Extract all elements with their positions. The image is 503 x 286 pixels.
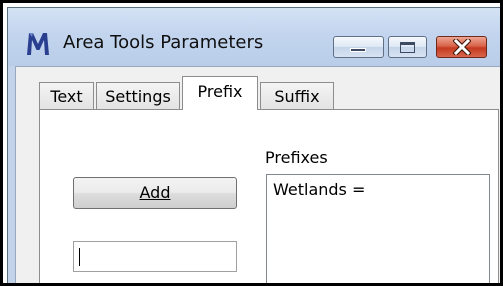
add-button[interactable]: Add	[73, 177, 237, 209]
tab-prefix[interactable]: Prefix	[182, 76, 258, 110]
window-title: Area Tools Parameters	[63, 32, 264, 53]
prefix-input[interactable]	[73, 241, 237, 272]
screenshot-frame: Area Tools Parameters Text Settings Pref…	[0, 0, 503, 286]
prefix-tab-panel: Prefixes Add Wetlands =	[39, 109, 499, 283]
minimize-icon	[350, 48, 366, 52]
minimize-button[interactable]	[333, 36, 384, 58]
close-icon	[453, 39, 471, 55]
prefixes-list-label: Prefixes	[265, 148, 328, 167]
tab-text[interactable]: Text	[39, 82, 94, 110]
dialog-client-area: Text Settings Prefix Suffix Prefixes Add…	[15, 66, 500, 283]
tab-suffix[interactable]: Suffix	[260, 82, 334, 110]
add-button-label: Add	[139, 183, 171, 202]
title-bar[interactable]: Area Tools Parameters	[8, 8, 500, 66]
close-button[interactable]	[436, 36, 487, 58]
text-caret	[79, 248, 80, 266]
prefixes-list[interactable]: Wetlands =	[266, 174, 490, 283]
maximize-icon	[400, 42, 415, 53]
tab-settings[interactable]: Settings	[96, 82, 180, 110]
app-icon	[27, 33, 49, 55]
maximize-button[interactable]	[388, 36, 427, 58]
dialog-window: Area Tools Parameters Text Settings Pref…	[7, 7, 500, 283]
list-item[interactable]: Wetlands =	[273, 180, 365, 199]
